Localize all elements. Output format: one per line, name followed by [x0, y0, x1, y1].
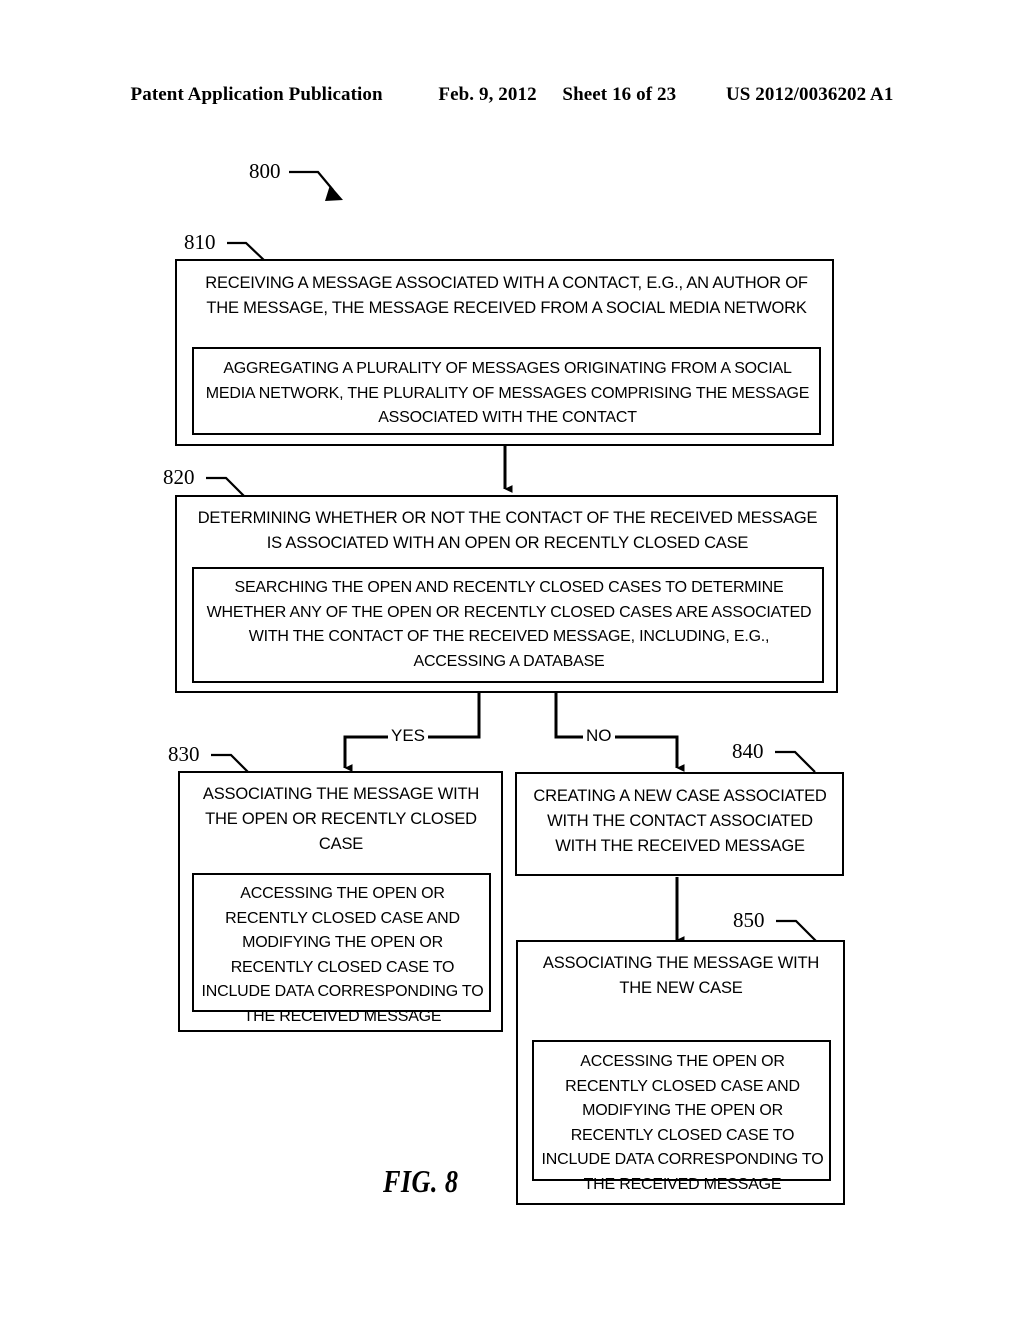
reference-numeral-800: 800 [249, 159, 281, 183]
flow-node-810[interactable]: RECEIVING A MESSAGE ASSOCIATED WITH A CO… [175, 259, 834, 446]
flow-node-855-text: ACCESSING THE OPEN OR RECENTLY CLOSED CA… [541, 1053, 824, 1193]
flow-node-825-text: SEARCHING THE OPEN AND RECENTLY CLOSED C… [206, 579, 812, 670]
figure-caption: FIG. 8 [383, 1163, 459, 1199]
flow-node-820[interactable]: DETERMINING WHETHER OR NOT THE CONTACT O… [175, 495, 838, 693]
flow-node-815-text: AGGREGATING A PLURALITY OF MESSAGES ORIG… [205, 360, 810, 426]
flow-node-830-text: ASSOCIATING THE MESSAGE WITH THE OPEN OR… [202, 785, 480, 853]
flow-node-835-text: ACCESSING THE OPEN OR RECENTLY CLOSED CA… [201, 885, 484, 1025]
reference-numeral-810: 810 [184, 230, 216, 254]
flow-node-840[interactable]: CREATING A NEW CASE ASSOCIATED WITH THE … [515, 772, 844, 876]
flowchart-figure: 800 810 815 820 825 830 835 840 850 855 … [0, 0, 1024, 1320]
reference-numeral-820: 820 [163, 465, 195, 489]
branch-label-no: NO [583, 726, 615, 746]
flow-node-810-text: RECEIVING A MESSAGE ASSOCIATED WITH A CO… [205, 274, 808, 317]
flow-node-855[interactable]: ACCESSING THE OPEN OR RECENTLY CLOSED CA… [532, 1040, 831, 1193]
flow-node-835[interactable]: ACCESSING THE OPEN OR RECENTLY CLOSED CA… [192, 873, 491, 1025]
reference-numeral-840: 840 [732, 739, 764, 763]
flow-node-850[interactable]: ASSOCIATING THE MESSAGE WITH THE NEW CAS… [516, 940, 845, 1205]
reference-numeral-830: 830 [168, 742, 200, 766]
flow-node-850-text: ASSOCIATING THE MESSAGE WITH THE NEW CAS… [542, 954, 820, 997]
flow-node-825[interactable]: SEARCHING THE OPEN AND RECENTLY CLOSED C… [192, 567, 824, 683]
flow-node-820-text: DETERMINING WHETHER OR NOT THE CONTACT O… [197, 509, 818, 552]
flow-node-815[interactable]: AGGREGATING A PLURALITY OF MESSAGES ORIG… [192, 347, 821, 435]
branch-label-yes: YES [388, 726, 429, 746]
flow-node-840-text: CREATING A NEW CASE ASSOCIATED WITH THE … [533, 787, 827, 855]
flow-node-830[interactable]: ASSOCIATING THE MESSAGE WITH THE OPEN OR… [178, 771, 503, 1032]
reference-numeral-850: 850 [733, 908, 765, 932]
